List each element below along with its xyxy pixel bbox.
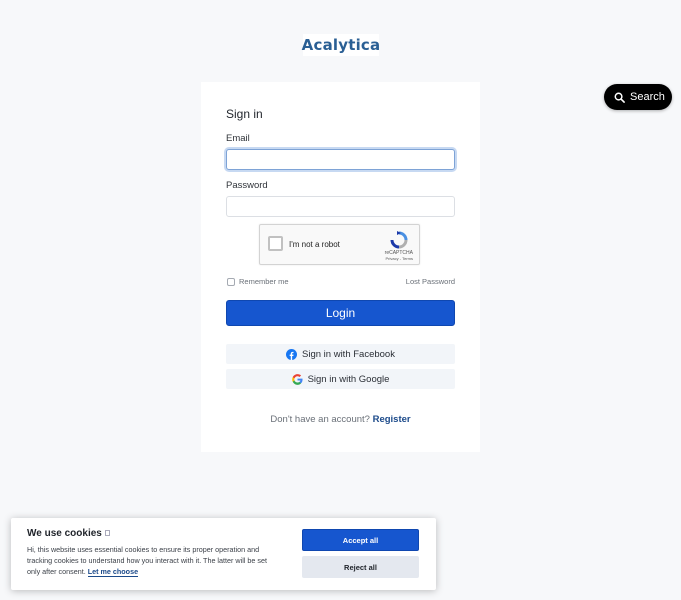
- cookie-banner-title: We use cookies: [27, 528, 110, 539]
- accept-all-button[interactable]: Accept all: [302, 529, 419, 551]
- recaptcha-widget: I'm not a robot reCAPTCHA Privacy - Term…: [259, 224, 420, 265]
- cookie-title-text: We use cookies: [27, 528, 102, 539]
- register-prompt-text: Don't have an account?: [270, 414, 370, 425]
- search-icon: [614, 92, 625, 103]
- recaptcha-label: I'm not a robot: [289, 240, 340, 249]
- lost-password-link[interactable]: Lost Password: [406, 277, 455, 286]
- facebook-icon: [286, 348, 298, 360]
- remember-me-checkbox[interactable]: [227, 278, 235, 286]
- password-label: Password: [226, 180, 268, 191]
- cookie-preferences-link[interactable]: Let me choose: [87, 567, 139, 577]
- password-field[interactable]: [226, 196, 455, 217]
- login-card: Sign in Email Password I'm not a robot r…: [201, 82, 480, 452]
- cookie-banner-text: Hi, this website uses essential cookies …: [27, 544, 275, 577]
- cookie-title-badge-icon: [104, 530, 110, 537]
- reject-all-button[interactable]: Reject all: [302, 556, 419, 578]
- google-signin-label: Sign in with Google: [307, 373, 390, 385]
- recaptcha-checkbox[interactable]: [268, 236, 283, 251]
- google-signin-button[interactable]: Sign in with Google: [226, 369, 455, 389]
- page: Acalytica Search Sign in Email Password …: [0, 0, 681, 600]
- email-label: Email: [226, 133, 250, 144]
- facebook-signin-button[interactable]: Sign in with Facebook: [226, 344, 455, 364]
- brand-logo[interactable]: Acalytica: [302, 34, 380, 56]
- search-label: Search: [630, 91, 665, 103]
- cookie-description: Hi, this website uses essential cookies …: [27, 545, 267, 576]
- email-field[interactable]: [226, 149, 455, 170]
- register-prompt: Don't have an account? Register: [201, 414, 480, 425]
- recaptcha-links[interactable]: Privacy - Terms: [386, 256, 413, 261]
- remember-me-label[interactable]: Remember me: [239, 277, 289, 286]
- cookie-banner: We use cookies Hi, this website uses ess…: [11, 518, 436, 590]
- login-button[interactable]: Login: [226, 300, 455, 326]
- facebook-signin-label: Sign in with Facebook: [302, 348, 395, 360]
- card-title: Sign in: [226, 107, 263, 121]
- recaptcha-icon: [390, 231, 408, 249]
- search-button[interactable]: Search: [604, 84, 672, 110]
- register-link[interactable]: Register: [373, 414, 411, 425]
- google-icon: [291, 373, 303, 385]
